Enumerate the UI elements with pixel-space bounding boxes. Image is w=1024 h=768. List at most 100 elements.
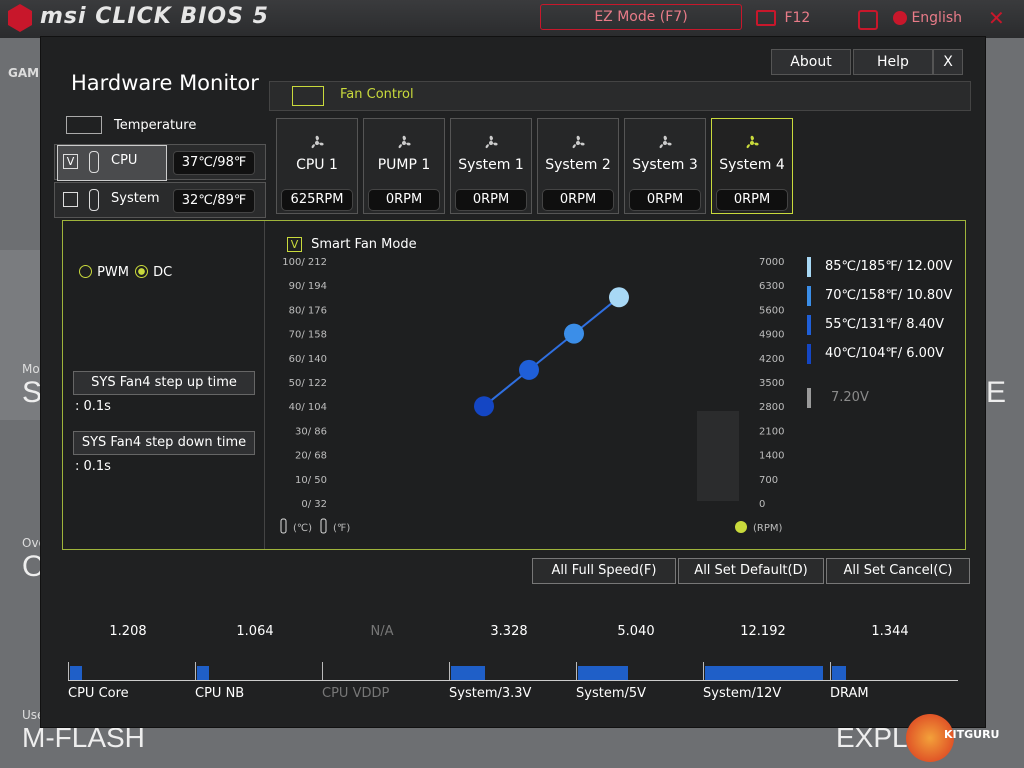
step-up-time-value: : 0.1s [75, 399, 111, 414]
fan-name: System 1 [458, 157, 524, 173]
sensor-system-name: System [111, 191, 160, 206]
step-up-time-button[interactable]: SYS Fan4 step up time [73, 371, 255, 395]
y-tick-left: 50/ 122 [289, 378, 327, 389]
fan-rpm: 0RPM [368, 189, 440, 211]
sensor-cpu-checkbox[interactable]: V [63, 154, 78, 169]
y-tick-right: 1400 [759, 451, 784, 462]
fan-curve-point[interactable] [609, 287, 629, 308]
voltage-name: System/5V [576, 686, 647, 701]
globe-icon [893, 11, 907, 25]
fan-curve-chart[interactable]: 100/ 212 90/ 194 80/ 176 70/ 158 60/ 140 50/ … [277, 251, 797, 547]
fan-tab-system2[interactable]: System 2 0RPM [537, 118, 619, 214]
divider [264, 221, 265, 549]
watermark-text: KITGURU [944, 728, 1000, 741]
voltage-track-marker [195, 662, 196, 680]
fan-name: System 4 [719, 157, 785, 173]
voltage-level-bar [197, 666, 209, 680]
fan-settings-panel: PWM DC SYS Fan4 step up time : 0.1s SYS … [62, 220, 966, 550]
msi-logo-icon [8, 4, 32, 32]
dc-radio[interactable]: DC [135, 261, 172, 280]
step-down-time-button[interactable]: SYS Fan4 step down time [73, 431, 255, 455]
legend-entry: 55℃/131℉/ 8.40V [825, 317, 945, 332]
celsius-unit: (℃) [293, 523, 312, 534]
smart-fan-mode-checkbox[interactable]: V Smart Fan Mode [287, 233, 417, 252]
y-tick-right: 4900 [759, 330, 784, 341]
y-tick-left: 20/ 68 [295, 451, 327, 462]
legend-color-bar [807, 344, 811, 364]
fan-name: PUMP 1 [377, 157, 431, 173]
y-tick-right: 6300 [759, 281, 784, 292]
screenshot-button[interactable]: F12 [756, 10, 810, 26]
fan-rpm: 625RPM [281, 189, 353, 211]
fan-rpm: 0RPM [716, 189, 788, 211]
fan-tab-pump1[interactable]: PUMP 1 0RPM [363, 118, 445, 214]
fan-name: CPU 1 [296, 157, 338, 173]
pwm-radio[interactable]: PWM [79, 261, 129, 280]
y-tick-right: 0 [759, 499, 765, 510]
radio-icon [79, 265, 92, 278]
voltage-value: 3.328 [490, 624, 528, 639]
fan-control-tab[interactable]: Fan Control [269, 81, 971, 111]
voltage-value: 1.064 [236, 624, 274, 639]
bg-s-label: S [22, 376, 43, 409]
step-down-time-value: : 0.1s [75, 459, 111, 474]
fan-curve-point[interactable] [564, 323, 584, 344]
all-set-default-button[interactable]: All Set Default(D) [678, 558, 824, 584]
thermometer-icon [89, 189, 99, 211]
fan-control-icon [292, 86, 324, 106]
help-button[interactable]: Help [853, 49, 933, 75]
about-button[interactable]: About [771, 49, 851, 75]
thermometer-icon [89, 151, 99, 173]
rpm-unit: (RPM) [753, 523, 783, 534]
bg-mo-label: Mo [22, 362, 40, 376]
voltage-panel: 1.208 CPU Core 1.064 CPU NB N/A CPU VDDP 3.328… [50, 588, 976, 722]
bg-right-e-label: E [986, 376, 1007, 409]
voltage-name: CPU Core [68, 686, 129, 701]
voltage-value: N/A [370, 624, 394, 639]
fan-curve-point[interactable] [519, 359, 539, 380]
sensor-row-cpu[interactable]: V CPU 37℃/98℉ [54, 144, 266, 181]
fan-rpm: 0RPM [542, 189, 614, 211]
voltage-track-marker [830, 662, 831, 680]
close-button[interactable]: X [933, 49, 963, 75]
sensor-cpu-name: CPU [111, 153, 138, 168]
all-full-speed-button[interactable]: All Full Speed(F) [532, 558, 676, 584]
ez-mode-button[interactable]: EZ Mode (F7) [540, 4, 742, 30]
radio-selected-icon [135, 265, 148, 278]
fan-rpm: 0RPM [629, 189, 701, 211]
y-tick-right: 2100 [759, 426, 784, 437]
sensor-system-checkbox[interactable] [63, 192, 78, 207]
fan-tab-cpu1[interactable]: CPU 1 625RPM [276, 118, 358, 214]
voltage-name: DRAM [830, 686, 869, 701]
fan-tab-system1[interactable]: System 1 0RPM [450, 118, 532, 214]
camera-icon [756, 10, 776, 26]
rpm-level-bar [697, 411, 739, 501]
dialog-title: Hardware Monitor [71, 71, 259, 95]
fan-name: System 3 [632, 157, 698, 173]
fan-icon [311, 135, 324, 149]
fan-curve-point[interactable] [474, 396, 494, 417]
smart-fan-label: Smart Fan Mode [311, 237, 417, 252]
fan-icon [572, 135, 585, 149]
exit-close-icon[interactable]: ✕ [988, 6, 1005, 30]
fan-tab-system3[interactable]: System 3 0RPM [624, 118, 706, 214]
legend-color-bar [807, 315, 811, 335]
voltage-level-bar [451, 666, 485, 680]
y-tick-right: 3500 [759, 378, 784, 389]
y-tick-left: 80/ 176 [289, 305, 327, 316]
y-tick-right: 2800 [759, 402, 784, 413]
fan-control-label: Fan Control [340, 87, 414, 102]
voltage-value: 1.344 [871, 624, 909, 639]
voltage-level-bar [705, 666, 823, 680]
language-button[interactable]: English [893, 10, 962, 26]
legend-entry: 7.20V [831, 390, 869, 405]
fan-tab-system4[interactable]: System 4 0RPM [711, 118, 793, 214]
voltage-baseline [68, 680, 958, 681]
legend-color-bar [807, 286, 811, 306]
voltage-track-marker [703, 662, 704, 680]
voltage-name: System/3.3V [449, 686, 532, 701]
smart-fan-check: V [287, 237, 302, 252]
search-icon[interactable] [858, 10, 878, 34]
sensor-row-system[interactable]: System 32℃/89℉ [54, 182, 266, 218]
all-set-cancel-button[interactable]: All Set Cancel(C) [826, 558, 970, 584]
